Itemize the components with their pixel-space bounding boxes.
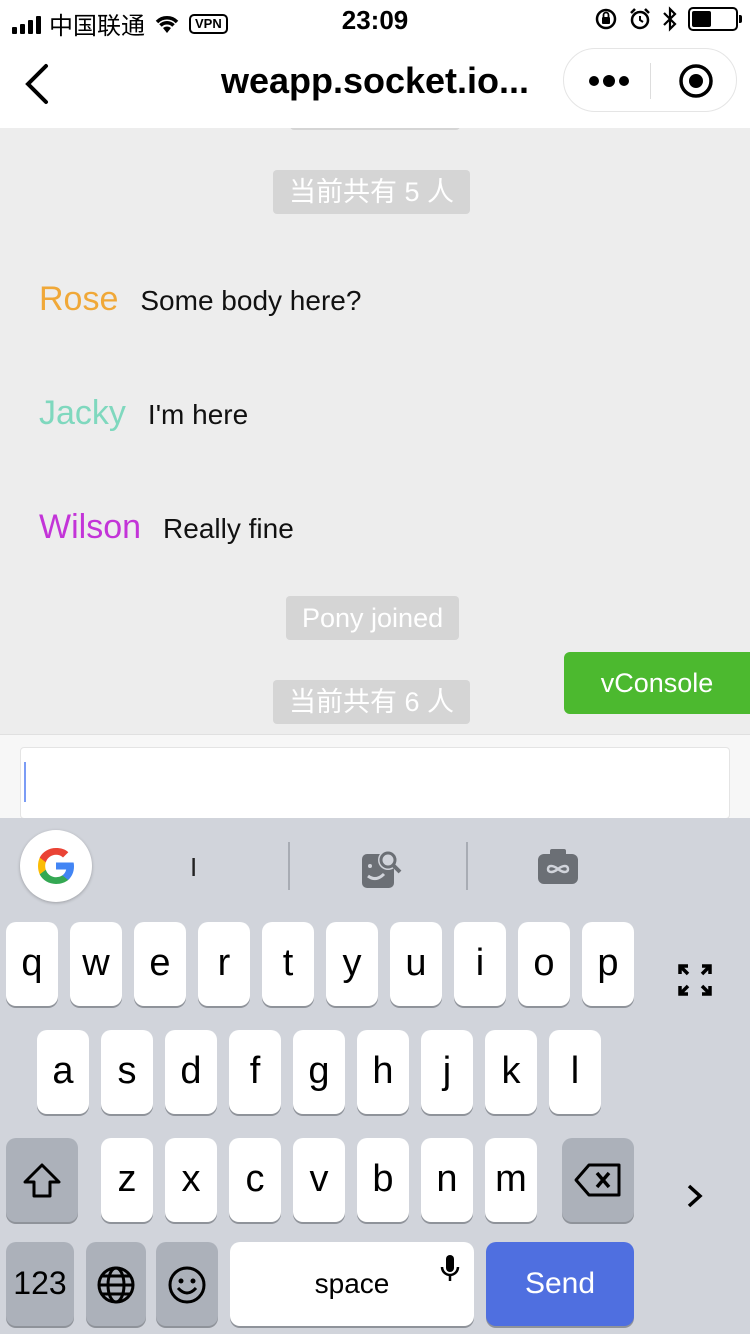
- gif-camera-icon[interactable]: [536, 846, 580, 886]
- emoji-key[interactable]: [156, 1242, 218, 1326]
- numbers-key[interactable]: 123: [6, 1242, 74, 1326]
- space-label: space: [314, 1268, 390, 1299]
- sender-name: Wilson: [39, 508, 142, 546]
- more-options-icon[interactable]: [582, 63, 634, 99]
- battery-icon: [688, 7, 742, 31]
- capsule-divider: [650, 63, 651, 99]
- key-j[interactable]: j: [421, 1030, 473, 1114]
- key-b[interactable]: b: [357, 1138, 409, 1222]
- backspace-icon: [574, 1163, 621, 1197]
- keyboard-toolbar: I: [0, 818, 750, 918]
- sticker-search-icon[interactable]: [358, 846, 404, 892]
- key-g[interactable]: g: [293, 1030, 345, 1114]
- key-z[interactable]: z: [101, 1138, 153, 1222]
- key-l[interactable]: l: [549, 1030, 601, 1114]
- key-q[interactable]: q: [6, 922, 58, 1006]
- bluetooth-icon: [663, 6, 677, 32]
- key-n[interactable]: n: [421, 1138, 473, 1222]
- back-arrow-icon[interactable]: [18, 62, 58, 106]
- key-r[interactable]: r: [198, 922, 250, 1006]
- key-a[interactable]: a: [37, 1030, 89, 1114]
- close-miniprogram-icon[interactable]: [666, 61, 726, 101]
- chevron-right-icon[interactable]: [684, 1182, 706, 1210]
- status-bar: 中国联通 VPN 23:09: [0, 0, 750, 40]
- key-p[interactable]: p: [582, 922, 634, 1006]
- key-s[interactable]: s: [101, 1030, 153, 1114]
- expand-keyboard-icon[interactable]: [676, 962, 714, 998]
- sender-name: Rose: [39, 280, 119, 318]
- globe-key[interactable]: [86, 1242, 146, 1326]
- system-message: 当前共有 5 人: [273, 170, 471, 214]
- key-f[interactable]: f: [229, 1030, 281, 1114]
- key-o[interactable]: o: [518, 922, 570, 1006]
- google-logo-icon[interactable]: [20, 830, 92, 902]
- toolbar-divider: [288, 842, 290, 890]
- globe-icon: [97, 1266, 135, 1304]
- space-key[interactable]: space: [230, 1242, 474, 1326]
- message-text: Really fine: [163, 513, 294, 544]
- alarm-icon: [630, 8, 650, 30]
- key-i[interactable]: i: [454, 922, 506, 1006]
- text-caret: [24, 762, 26, 802]
- previous-system-pill: [290, 128, 460, 130]
- rotation-lock-icon: [595, 8, 617, 30]
- chat-message: Rose Some body here?: [39, 280, 361, 319]
- status-right: [594, 6, 742, 32]
- nav-bar: weapp.socket.io...: [0, 40, 750, 128]
- microphone-icon[interactable]: [440, 1254, 460, 1284]
- shift-icon: [23, 1163, 61, 1198]
- key-x[interactable]: x: [165, 1138, 217, 1222]
- system-message: 当前共有 6 人: [273, 680, 471, 724]
- key-k[interactable]: k: [485, 1030, 537, 1114]
- page-title: weapp.socket.io...: [220, 60, 530, 101]
- word-suggestion[interactable]: I: [190, 852, 197, 883]
- key-c[interactable]: c: [229, 1138, 281, 1222]
- input-bar: [0, 734, 750, 819]
- chat-message: Jacky I'm here: [39, 394, 248, 433]
- chat-message: Wilson Really fine: [39, 508, 294, 547]
- key-h[interactable]: h: [357, 1030, 409, 1114]
- toolbar-divider: [466, 842, 468, 890]
- key-w[interactable]: w: [70, 922, 122, 1006]
- key-m[interactable]: m: [485, 1138, 537, 1222]
- keyboard: I q w e r t y u i o p a s d f g h j k l …: [0, 818, 750, 1334]
- key-y[interactable]: y: [326, 922, 378, 1006]
- key-u[interactable]: u: [390, 922, 442, 1006]
- key-t[interactable]: t: [262, 922, 314, 1006]
- key-v[interactable]: v: [293, 1138, 345, 1222]
- vconsole-button[interactable]: vConsole: [564, 652, 750, 714]
- emoji-icon: [168, 1266, 206, 1304]
- shift-key[interactable]: [6, 1138, 78, 1222]
- sender-name: Jacky: [39, 394, 126, 432]
- key-e[interactable]: e: [134, 922, 186, 1006]
- system-message: Pony joined: [286, 596, 460, 640]
- send-key[interactable]: Send: [486, 1242, 634, 1326]
- message-text: I'm here: [147, 399, 249, 430]
- message-text: Some body here?: [140, 285, 362, 316]
- message-input[interactable]: [20, 747, 730, 819]
- key-d[interactable]: d: [165, 1030, 217, 1114]
- backspace-key[interactable]: [562, 1138, 634, 1222]
- menu-capsule: [563, 48, 737, 112]
- chat-area: 当前共有 5 人 Rose Some body here? Jacky I'm …: [0, 128, 750, 734]
